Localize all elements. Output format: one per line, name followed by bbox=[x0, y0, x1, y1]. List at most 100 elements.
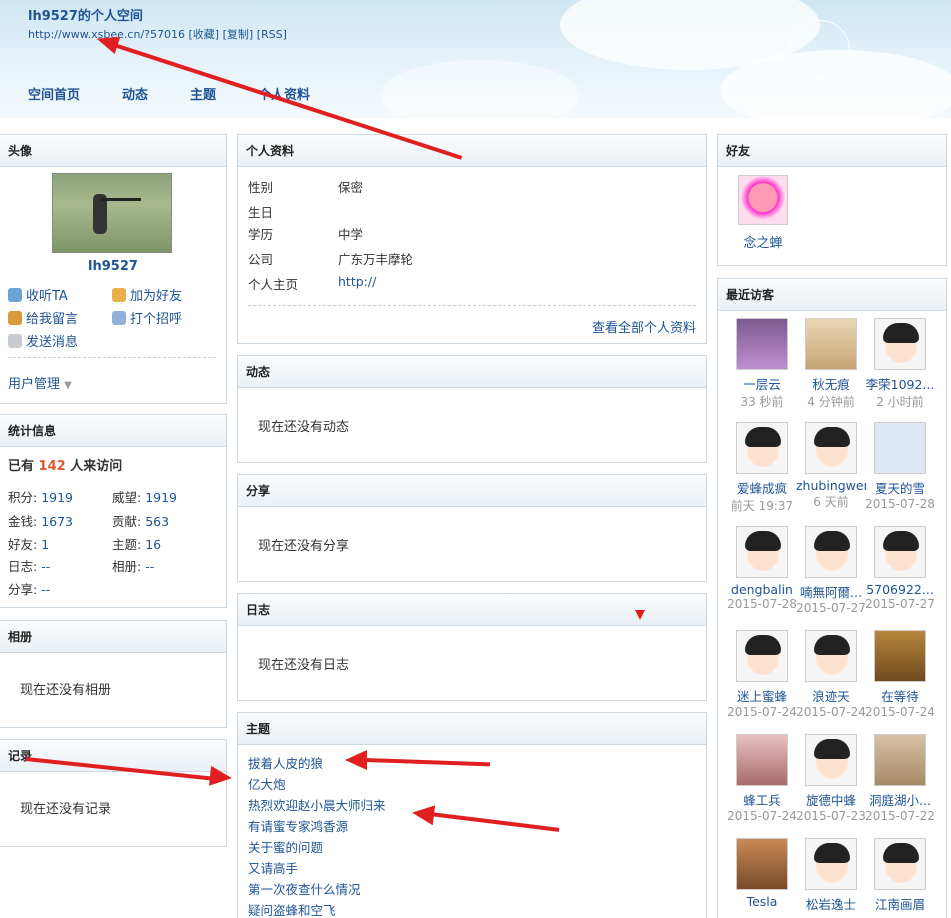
share-empty: 现在还没有分享 bbox=[258, 539, 350, 554]
visitor-avatar[interactable] bbox=[874, 838, 926, 890]
visitor-item[interactable]: 松岩逸士 bbox=[796, 838, 866, 913]
visitor-item[interactable]: zhubingwen 6 天前 bbox=[796, 422, 866, 510]
greet-icon bbox=[112, 310, 126, 325]
visitor-name[interactable]: 在等待 bbox=[865, 686, 935, 705]
leave-message-button[interactable]: 给我留言 bbox=[8, 308, 78, 327]
visitor-name[interactable]: 旋德中蜂 bbox=[796, 790, 866, 809]
visitor-avatar[interactable] bbox=[736, 526, 788, 578]
visitor-name[interactable]: 浪迹天 bbox=[796, 686, 866, 705]
visitor-item[interactable]: 在等待 2015-07-24 bbox=[865, 630, 935, 719]
visitor-avatar[interactable] bbox=[805, 318, 857, 370]
annotation-arrow bbox=[410, 802, 436, 826]
topic-item[interactable]: 疑问盗蜂和空飞 bbox=[248, 900, 336, 918]
feed-heading: 动态 bbox=[238, 356, 706, 388]
visitor-avatar[interactable] bbox=[736, 838, 788, 890]
profile-homepage-label: 个人主页 bbox=[248, 277, 299, 292]
username[interactable]: lh9527 bbox=[0, 259, 226, 274]
visitor-name[interactable]: 李荣1092... bbox=[865, 374, 935, 393]
space-header: lh9527的个人空间 http://www.xsbee.cn/?57016 [… bbox=[0, 0, 951, 118]
visitor-avatar[interactable] bbox=[736, 630, 788, 682]
visitor-name[interactable]: 爱蜂成疯 bbox=[727, 478, 797, 497]
visitor-avatar[interactable] bbox=[874, 318, 926, 370]
topic-item[interactable]: 亿大炮 bbox=[248, 774, 286, 793]
records-empty: 现在还没有记录 bbox=[20, 802, 112, 817]
visitor-time: 2015-07-22 bbox=[865, 809, 935, 823]
visitor-avatar[interactable] bbox=[874, 422, 926, 474]
copy-link[interactable]: [复制] bbox=[223, 28, 254, 41]
visitor-item[interactable]: 浪迹天 2015-07-24 bbox=[796, 630, 866, 719]
visitor-name[interactable]: 喃無阿爾... bbox=[796, 582, 866, 601]
visitor-item[interactable]: 5706922... 2015-07-27 bbox=[865, 526, 935, 611]
visitor-avatar[interactable] bbox=[805, 526, 857, 578]
favorite-link[interactable]: [收藏] bbox=[189, 28, 220, 41]
visitor-name[interactable]: zhubingwen bbox=[796, 478, 866, 493]
visitor-avatar[interactable] bbox=[805, 422, 857, 474]
visitor-avatar[interactable] bbox=[736, 734, 788, 786]
avatar-image[interactable] bbox=[52, 173, 172, 253]
visitor-item[interactable]: 旋德中蜂 2015-07-23 bbox=[796, 734, 866, 823]
stat-friends: 好友: 1 bbox=[8, 537, 50, 552]
visitor-avatar[interactable] bbox=[736, 422, 788, 474]
visitor-item[interactable]: 夏天的雪 2015-07-28 bbox=[865, 422, 935, 511]
send-message-button[interactable]: 发送消息 bbox=[8, 331, 78, 350]
visitor-time: 4 分钟前 bbox=[807, 395, 855, 409]
profile-panel: 个人资料 性别 保密 生日 学历 中学 公司 广东万丰摩轮 个人主页 http:… bbox=[237, 134, 707, 344]
visitor-name[interactable]: 一层云 bbox=[727, 374, 797, 393]
visitor-name[interactable]: Tesla bbox=[727, 894, 797, 909]
topic-item[interactable]: 拔着人皮的狼 bbox=[248, 753, 323, 772]
profile-homepage-link[interactable]: http:// bbox=[338, 274, 376, 289]
visitor-item[interactable]: Tesla bbox=[727, 838, 797, 909]
visitor-name[interactable]: 夏天的雪 bbox=[865, 478, 935, 497]
visitor-name[interactable]: 秋无痕 bbox=[796, 374, 866, 393]
topics-heading: 主题 bbox=[238, 713, 706, 745]
avatar-panel: 头像 lh9527 收听TA 加为好友 给我留言 打个招呼 发送消息 用户管理 … bbox=[0, 134, 227, 404]
visitor-name[interactable]: 江南画眉 bbox=[865, 894, 935, 913]
visitor-avatar[interactable] bbox=[805, 734, 857, 786]
records-panel: 记录 现在还没有记录 bbox=[0, 739, 227, 847]
visitor-avatar[interactable] bbox=[874, 734, 926, 786]
nav-feed[interactable]: 动态 bbox=[122, 84, 148, 103]
visitor-name[interactable]: 洞庭湖小... bbox=[865, 790, 935, 809]
friends-panel: 好友 念之蝉 bbox=[717, 134, 947, 266]
nav-home[interactable]: 空间首页 bbox=[28, 84, 80, 103]
visitor-item[interactable]: 一层云 33 秒前 bbox=[727, 318, 797, 410]
visitor-item[interactable]: 迷上蜜蜂 2015-07-24 bbox=[727, 630, 797, 719]
view-all-profile-link[interactable]: 查看全部个人资料 bbox=[592, 317, 696, 336]
visitor-item[interactable]: 爱蜂成疯 前天 19:37 bbox=[727, 422, 797, 514]
topic-item[interactable]: 第一次夜查什么情况 bbox=[248, 879, 361, 898]
profile-birthday-label: 生日 bbox=[248, 205, 274, 220]
rss-link[interactable]: [RSS] bbox=[257, 28, 287, 41]
visitor-avatar[interactable] bbox=[874, 630, 926, 682]
stat-blogs: 日志: -- bbox=[8, 559, 51, 574]
user-manage-menu[interactable]: 用户管理 ▼ bbox=[8, 373, 72, 392]
visitor-item[interactable]: 蜂工兵 2015-07-24 bbox=[727, 734, 797, 823]
visitor-name[interactable]: 蜂工兵 bbox=[727, 790, 797, 809]
visitor-name[interactable]: 5706922... bbox=[865, 582, 935, 597]
visitor-name[interactable]: 迷上蜜蜂 bbox=[727, 686, 797, 705]
topic-item[interactable]: 有请蜜专家鸿香源 bbox=[248, 816, 348, 835]
friend-avatar[interactable] bbox=[738, 175, 788, 225]
topic-item[interactable]: 关于蜜的问题 bbox=[248, 837, 323, 856]
visitor-item[interactable]: 秋无痕 4 分钟前 bbox=[796, 318, 866, 410]
visitor-item[interactable]: 喃無阿爾... 2015-07-27 bbox=[796, 526, 866, 615]
add-friend-button[interactable]: 加为好友 bbox=[112, 285, 182, 304]
visitor-avatar[interactable] bbox=[805, 630, 857, 682]
visitor-avatar[interactable] bbox=[805, 838, 857, 890]
friend-name[interactable]: 念之蝉 bbox=[728, 232, 798, 251]
visitor-name[interactable]: 松岩逸士 bbox=[796, 894, 866, 913]
topic-item[interactable]: 热烈欢迎赵小晨大师归来 bbox=[248, 795, 386, 814]
profile-education-value: 中学 bbox=[338, 227, 364, 242]
follow-button[interactable]: 收听TA bbox=[8, 285, 68, 304]
space-title[interactable]: lh9527的个人空间 bbox=[28, 5, 143, 24]
visitor-item[interactable]: 洞庭湖小... 2015-07-22 bbox=[865, 734, 935, 823]
visitor-time: 2015-07-24 bbox=[727, 705, 797, 719]
nav-topics[interactable]: 主题 bbox=[190, 84, 216, 103]
topic-item[interactable]: 又请高手 bbox=[248, 858, 298, 877]
greet-button[interactable]: 打个招呼 bbox=[112, 308, 182, 327]
visitor-name[interactable]: dengbalin bbox=[727, 582, 797, 597]
visitor-item[interactable]: dengbalin 2015-07-28 bbox=[727, 526, 797, 611]
visitor-item[interactable]: 李荣1092... 2 小时前 bbox=[865, 318, 935, 410]
visitor-avatar[interactable] bbox=[736, 318, 788, 370]
visitor-item[interactable]: 江南画眉 bbox=[865, 838, 935, 913]
visitor-avatar[interactable] bbox=[874, 526, 926, 578]
